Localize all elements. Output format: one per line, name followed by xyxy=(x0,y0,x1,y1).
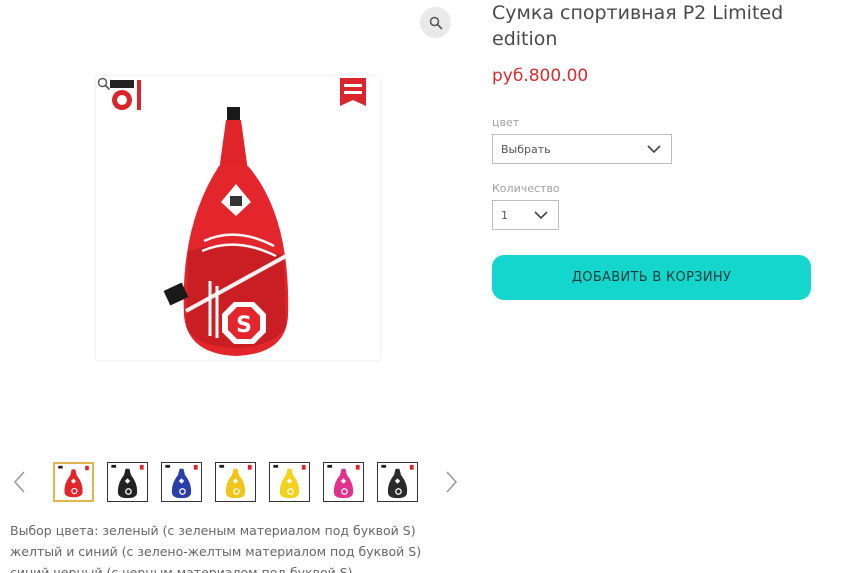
description-line: Выбор цвета: зеленый (с зеленым материал… xyxy=(10,523,416,538)
bag-thumbnail-icon xyxy=(273,464,306,499)
quantity-select[interactable]: 1 xyxy=(492,200,559,230)
thumbnail-red[interactable] xyxy=(53,462,94,502)
chevron-right-icon[interactable] xyxy=(443,470,459,494)
bag-thumbnail-icon xyxy=(165,464,198,499)
bag-thumbnail-icon xyxy=(58,465,89,498)
product-description: Выбор цвета: зеленый (с зеленым материал… xyxy=(10,520,510,573)
magnifier-icon xyxy=(429,16,442,29)
thumbnail-blue[interactable] xyxy=(161,462,202,502)
bag-thumbnail-icon xyxy=(111,464,144,499)
color-select-value: Выбрать xyxy=(501,142,551,156)
description-line: желтый и синий (с зелено-желтым материал… xyxy=(10,544,422,559)
product-main-image[interactable]: S xyxy=(96,76,380,360)
quantity-label: Количество xyxy=(492,182,560,195)
thumbnail-strip xyxy=(53,462,418,502)
image-zoom-icon[interactable] xyxy=(96,76,112,92)
thumbnail-black[interactable] xyxy=(107,462,148,502)
bag-thumbnail-icon xyxy=(219,464,252,499)
add-to-cart-button[interactable]: ДОБАВИТЬ В КОРЗИНУ xyxy=(492,255,811,300)
zoom-button[interactable] xyxy=(420,7,451,38)
color-select[interactable]: Выбрать xyxy=(492,134,672,164)
description-line: синий черный (с черным материалом под бу… xyxy=(10,565,353,573)
color-label: цвет xyxy=(492,116,520,129)
product-photo: S xyxy=(110,78,366,356)
thumbnail-yellow-blue[interactable] xyxy=(215,462,256,502)
brand-logo-icon xyxy=(110,80,141,110)
chevron-left-icon[interactable] xyxy=(12,470,28,494)
thumbnail-green-yellow[interactable] xyxy=(269,462,310,502)
quantity-value: 1 xyxy=(501,208,508,222)
ribbon-badge-icon xyxy=(340,78,366,106)
svg-text:S: S xyxy=(236,313,252,338)
chevron-down-icon xyxy=(534,211,548,220)
product-title: Сумка спортивная P2 Limited edition xyxy=(492,2,784,50)
bag-thumbnail-icon xyxy=(327,464,360,499)
thumbnail-pink[interactable] xyxy=(323,462,364,502)
product-price: руб.800.00 xyxy=(492,66,589,86)
bag-thumbnail-icon xyxy=(381,464,414,499)
thumbnail-black-gray[interactable] xyxy=(377,462,418,502)
chevron-down-icon xyxy=(647,145,661,154)
